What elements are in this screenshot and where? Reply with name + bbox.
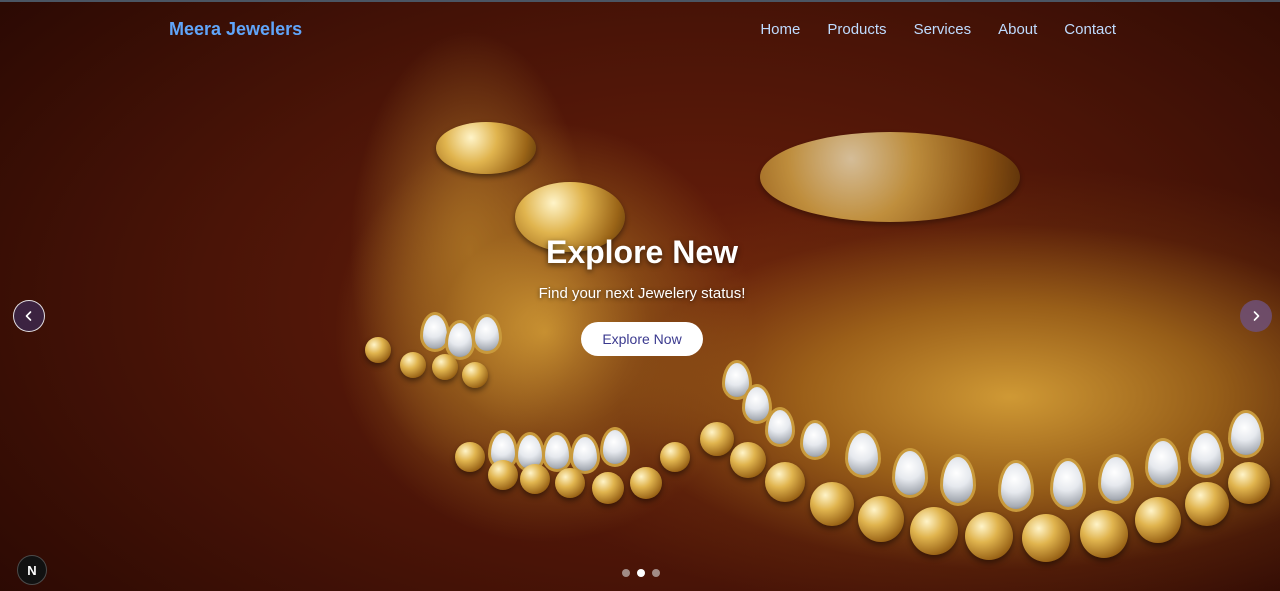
carousel-dot-1[interactable]: [622, 569, 630, 577]
nextjs-logo-icon: N: [27, 562, 37, 578]
hero-content: Explore New Find your next Jewelery stat…: [440, 234, 844, 356]
chevron-left-icon: [25, 311, 32, 321]
hero-subtitle: Find your next Jewelery status!: [538, 285, 746, 302]
explore-now-button[interactable]: Explore Now: [581, 322, 703, 356]
carousel-next-button[interactable]: [1240, 300, 1272, 332]
nav-link-home[interactable]: Home: [760, 21, 800, 38]
hero-title: Explore New: [545, 234, 739, 270]
chevron-right-icon: [1253, 311, 1260, 321]
carousel-prev-button[interactable]: [13, 300, 45, 332]
brand-logo-text[interactable]: Meera Jewelers: [169, 19, 302, 40]
nav-links: Home Products Services About Contact: [760, 21, 1116, 38]
carousel-indicators: [622, 569, 660, 577]
nav-link-services[interactable]: Services: [914, 21, 972, 38]
page: Meera Jewelers Home Products Services Ab…: [0, 0, 1280, 591]
nav-link-products[interactable]: Products: [827, 21, 886, 38]
carousel-dot-2[interactable]: [637, 569, 645, 577]
carousel-dot-3[interactable]: [652, 569, 660, 577]
nextjs-dev-badge[interactable]: N: [17, 555, 47, 585]
nav-link-about[interactable]: About: [998, 21, 1037, 38]
navbar: Meera Jewelers Home Products Services Ab…: [0, 2, 1280, 60]
nav-link-contact[interactable]: Contact: [1064, 21, 1116, 38]
